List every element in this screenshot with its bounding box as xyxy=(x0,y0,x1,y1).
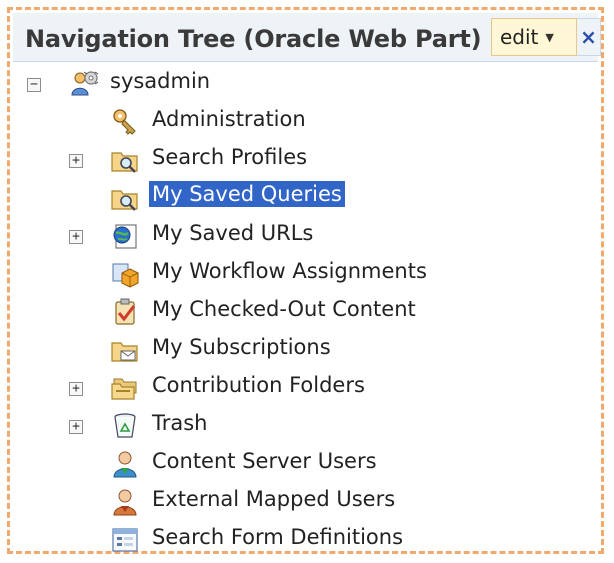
trash-icon xyxy=(114,413,136,438)
collapse-toggle-root[interactable]: − xyxy=(27,78,41,92)
navigation-tree-webpart: Navigation Tree (Oracle Web Part) edit ▼… xyxy=(7,7,604,554)
tree-root-sysadmin[interactable]: sysadmin xyxy=(107,68,213,94)
expand-toggle-search-profiles[interactable]: + xyxy=(69,154,83,168)
saved-urls-icon xyxy=(113,224,137,249)
edit-label: edit xyxy=(500,25,539,49)
chevron-down-icon: ▼ xyxy=(545,30,554,44)
external-user-icon xyxy=(113,489,137,516)
tree-item-administration[interactable]: Administration xyxy=(149,106,309,132)
contribution-folders-icon xyxy=(111,378,137,400)
tree-item-my-workflow-assignments[interactable]: My Workflow Assignments xyxy=(149,258,430,284)
tree-item-search-profiles[interactable]: Search Profiles xyxy=(149,144,310,170)
user-icon xyxy=(113,451,137,478)
tree-item-my-checked-out-content[interactable]: My Checked-Out Content xyxy=(149,296,419,322)
webpart-title-bar: Navigation Tree (Oracle Web Part) edit ▼… xyxy=(13,13,601,62)
user-settings-icon xyxy=(71,71,99,96)
tree-item-trash[interactable]: Trash xyxy=(149,410,211,436)
expand-toggle-contribution-folders[interactable]: + xyxy=(69,382,83,396)
tree-item-external-mapped-users[interactable]: External Mapped Users xyxy=(149,486,398,512)
folder-search-icon xyxy=(111,190,138,211)
workflow-icon xyxy=(112,263,139,288)
form-definition-icon xyxy=(112,528,138,552)
webpart-title: Navigation Tree (Oracle Web Part) xyxy=(25,25,482,53)
subscription-folder-icon xyxy=(111,342,138,362)
edit-menu-button[interactable]: edit ▼ xyxy=(491,18,577,56)
tree-item-my-subscriptions[interactable]: My Subscriptions xyxy=(149,334,334,360)
tree-item-contribution-folders[interactable]: Contribution Folders xyxy=(149,372,368,398)
key-icon xyxy=(113,109,136,135)
folder-search-icon xyxy=(111,152,138,173)
checked-out-icon xyxy=(115,298,136,325)
tree-item-search-form-definitions[interactable]: Search Form Definitions xyxy=(149,524,406,550)
expand-toggle-my-saved-urls[interactable]: + xyxy=(69,230,83,244)
expand-toggle-trash[interactable]: + xyxy=(69,420,83,434)
tree-item-content-server-users[interactable]: Content Server Users xyxy=(149,448,380,474)
close-button[interactable]: × xyxy=(577,18,601,56)
tree-item-my-saved-queries[interactable]: My Saved Queries xyxy=(149,181,345,207)
tree-item-my-saved-urls[interactable]: My Saved URLs xyxy=(149,220,316,246)
